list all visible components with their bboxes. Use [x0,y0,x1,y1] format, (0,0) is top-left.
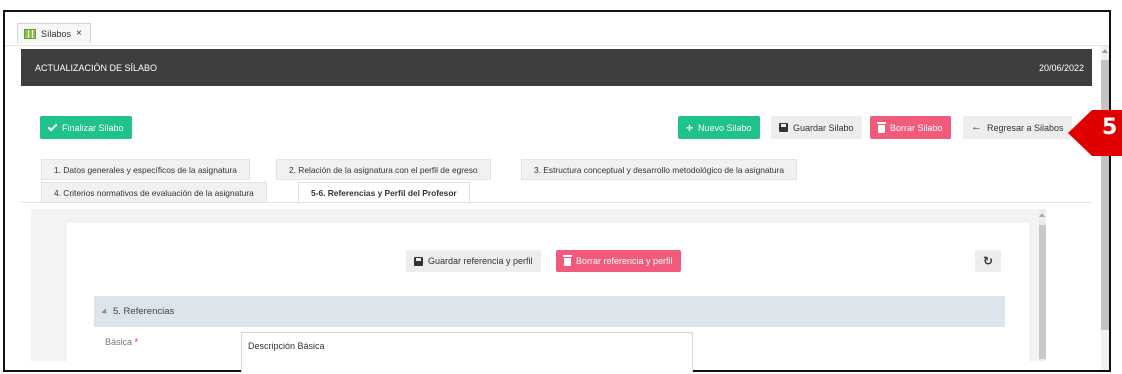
tab-datos-generales[interactable]: 1. Datos generales y específicos de la a… [41,159,250,180]
save-reference-label: Guardar referencia y perfil [428,256,533,266]
new-label: Nuevo Silabo [698,122,752,133]
back-to-silabos-button[interactable]: ← Regresar a Silabos [963,116,1072,139]
callout-number: 5 [1102,115,1118,140]
header-date: 20/06/2022 [1038,62,1084,73]
delete-silabo-button[interactable]: Borrar Silabo [870,116,951,139]
page-scrollbar[interactable] [1101,46,1109,370]
finalize-button[interactable]: Finalizar Silabo [40,116,132,139]
basic-placeholder: Descripción Básica [248,341,325,351]
tab-label: Sílabos [41,28,72,39]
save-reference-button[interactable]: Guardar referencia y perfil [406,250,541,272]
tab-perfil-egreso[interactable]: 2. Relación de la asignatura con el perf… [276,159,491,180]
refresh-button[interactable]: ↻ [975,250,1001,272]
tabs-divider [21,202,1092,203]
basic-field-label: Básica * [105,337,138,347]
back-label: Regresar a Silabos [987,122,1064,133]
tab-silabos[interactable]: Sílabos × [17,23,91,43]
save-icon [779,123,788,132]
tab-label: 1. Datos generales y específicos de la a… [54,164,237,175]
trash-icon [563,255,572,266]
arrow-left-icon: ← [971,121,982,133]
delete-label: Borrar Silabo [890,122,943,133]
save-label: Guardar Silabo [793,122,854,133]
scrollbar-thumb[interactable] [1039,225,1046,359]
collapse-icon [101,307,109,316]
scrollbar-thumb[interactable] [1101,60,1109,330]
section-title: 5. Referencias [113,306,175,317]
refresh-icon: ↻ [982,254,994,268]
close-icon[interactable]: × [76,28,82,39]
required-mark: * [134,337,139,347]
page-title: ACTUALIZACIÓN DE SÍLABO [35,62,158,73]
basic-reference-textarea[interactable]: Descripción Básica [241,332,693,372]
scroll-up-icon[interactable] [1039,213,1045,217]
tab-label: 2. Relación de la asignatura con el perf… [289,164,478,175]
basic-label-text: Básica [105,337,133,347]
page-header: ACTUALIZACIÓN DE SÍLABO 20/06/2022 [21,49,1092,86]
delete-reference-button[interactable]: Borrar referencia y perfil [556,250,681,272]
tab-criterios-evaluacion[interactable]: 4. Criterios normativos de evaluación de… [41,182,267,203]
new-silabo-button[interactable]: + Nuevo Silabo [678,116,760,139]
tab-label: 5-6. Referencias y Perfil del Profesor [311,188,457,198]
scroll-up-icon[interactable] [1102,49,1108,53]
tab-estructura-conceptual[interactable]: 3. Estructura conceptual y desarrollo me… [521,159,797,180]
tab-referencias-perfil[interactable]: 5-6. Referencias y Perfil del Profesor [298,182,470,204]
finalize-label: Finalizar Silabo [62,122,124,133]
panel-scrollbar[interactable] [1039,209,1046,361]
tab-label: 4. Criterios normativos de evaluación de… [54,187,254,198]
tab-label: 3. Estructura conceptual y desarrollo me… [534,164,784,175]
plus-icon: + [686,120,694,135]
save-silabo-button[interactable]: Guardar Silabo [771,116,862,139]
table-icon [24,28,36,39]
check-icon [47,121,58,131]
save-icon [414,256,423,266]
delete-reference-label: Borrar referencia y perfil [576,256,673,266]
section-references-header[interactable]: 5. Referencias [94,296,1005,327]
trash-icon [877,121,886,133]
document-tab-strip: Sílabos × [5,12,1109,46]
